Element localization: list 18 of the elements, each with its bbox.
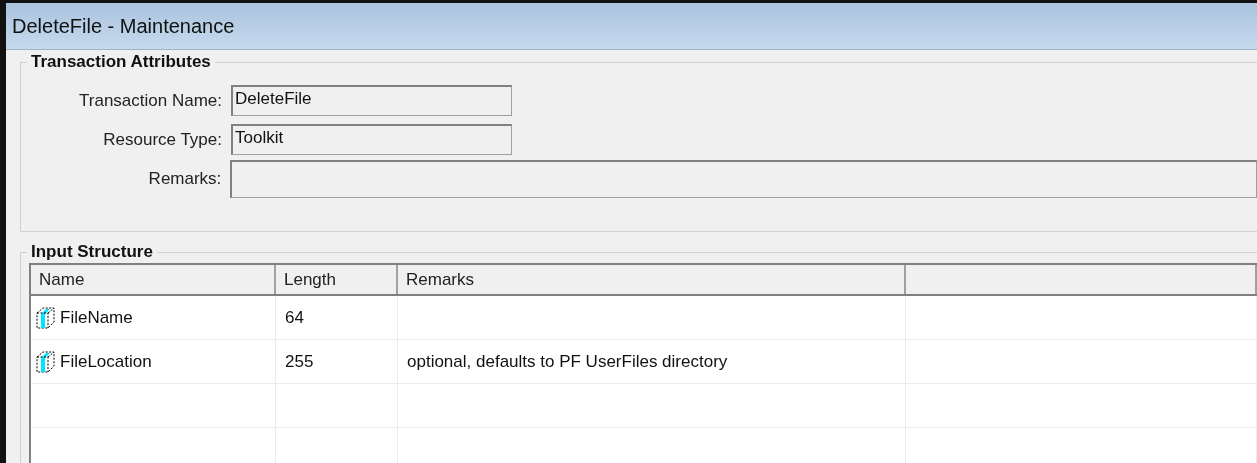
- column-header[interactable]: Remarks: [398, 265, 906, 294]
- table-cell: FileName: [60, 307, 133, 328]
- text-field[interactable]: DeleteFile: [231, 85, 512, 116]
- text-field[interactable]: Toolkit: [231, 124, 512, 155]
- column-header[interactable]: Name: [31, 265, 276, 294]
- table-cell: 255: [285, 351, 314, 372]
- field-label: Remarks:: [147, 168, 223, 189]
- table-cell: FileLocation: [60, 351, 152, 372]
- group-title: Input Structure: [27, 242, 157, 262]
- table-cell: 64: [285, 307, 304, 328]
- field-label: Resource Type:: [102, 129, 223, 150]
- cube-icon: [34, 348, 56, 375]
- column-header[interactable]: Length: [276, 265, 398, 294]
- cube-icon: [34, 304, 56, 331]
- text-field[interactable]: [230, 159, 1257, 198]
- field-label: Transaction Name:: [78, 90, 223, 111]
- table-cell: optional, defaults to PF UserFiles directory: [407, 351, 728, 372]
- window-title: DeleteFile - Maintenance: [12, 14, 235, 38]
